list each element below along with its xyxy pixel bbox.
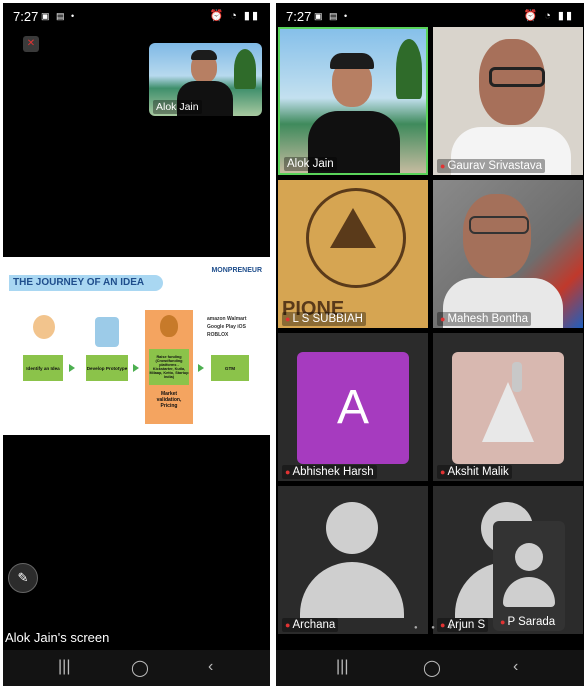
avatar [452, 352, 564, 464]
platform-logos: amazon Walmart Google Play iOS ROBLOX [207, 316, 247, 338]
arrow-icon [198, 364, 204, 372]
shared-slide: MONPRENEUR THE JOURNEY OF AN IDEA Identi… [3, 257, 270, 435]
status-time: 7:27 [286, 9, 312, 24]
step-identify-idea: Identify an Idea [23, 355, 63, 381]
participant-tile[interactable]: A ● Abhishek Harsh [278, 333, 428, 481]
step-gtm: GTM [211, 355, 249, 381]
participant-name: ● Gaurav Srivastava [437, 159, 546, 173]
mic-muted-icon: ● [440, 161, 446, 171]
arrow-icon [69, 364, 75, 372]
mic-muted-icon: ● [440, 467, 446, 477]
nav-bar: ||| ◯ ‹ [276, 650, 584, 686]
money-bag-icon [160, 315, 178, 337]
participant-name: ● P Sarada [500, 616, 556, 628]
back-icon[interactable]: ‹ [513, 658, 518, 676]
arrow-icon [133, 364, 139, 372]
avatar: A [297, 352, 409, 464]
home-icon[interactable]: ◯ [131, 658, 149, 678]
participant-tile[interactable]: ● Mahesh Bontha [433, 180, 583, 328]
right-phone-screen: 7:27 ▣ ▤ • ⏰ ◔ ▮▮ Alok Jain ● Gaurav Sriv… [276, 3, 584, 686]
participant-name: ● Mahesh Bontha [437, 312, 531, 326]
page-indicator: ● ● ● [414, 625, 459, 631]
slide-title: THE JOURNEY OF AN IDEA [9, 275, 163, 291]
prototype-figure [95, 317, 119, 347]
participant-tile[interactable]: Alok Jain [278, 27, 428, 175]
back-icon[interactable]: ‹ [208, 658, 213, 676]
status-bar: 7:27 ▣ ▤ • ⏰ ◔ ▮▮ [276, 3, 584, 29]
default-avatar-icon [515, 543, 543, 571]
notification-icons: ▣ ▤ • [314, 11, 350, 21]
recents-icon[interactable]: ||| [58, 658, 70, 676]
step-develop-prototype: Develop Prototype [86, 355, 128, 381]
participant-tile[interactable]: PIONE ● L S SUBBIAH [278, 180, 428, 328]
idea-figure [33, 315, 55, 339]
system-icons: ⏰ ◔ ▮▮ [209, 10, 260, 22]
step-raise-funding: Raise funding (Crowdfunding platforms - … [149, 349, 189, 385]
notification-icons: ▣ ▤ • [41, 11, 77, 21]
participant-tile[interactable]: ● Archana [278, 486, 428, 634]
participant-name: ● L S SUBBIAH [282, 312, 366, 326]
participant-tile[interactable]: ● Akshit Malik [433, 333, 583, 481]
participant-name: Alok Jain [284, 157, 337, 171]
left-phone-screen: 7:27 ▣ ▤ • ⏰ ◔ ▮▮ ✕ Alok Jain MONPRENEUR… [3, 3, 270, 686]
mic-muted-icon: ● [285, 467, 291, 477]
mic-off-icon[interactable]: ✕ [23, 36, 39, 52]
participant-name: ● Archana [282, 618, 339, 632]
floating-participant-tile[interactable]: ● P Sarada [493, 521, 565, 631]
default-avatar-icon [326, 502, 378, 554]
step-market-validation: Market validation, Pricing [156, 391, 182, 409]
participant-name: ● Akshit Malik [437, 465, 512, 479]
recents-icon[interactable]: ||| [336, 658, 348, 676]
status-bar: 7:27 ▣ ▤ • ⏰ ◔ ▮▮ [3, 3, 270, 29]
status-time: 7:27 [13, 9, 39, 24]
system-icons: ⏰ ◔ ▮▮ [523, 10, 574, 22]
self-view-video[interactable]: Alok Jain [149, 43, 262, 116]
mic-muted-icon: ● [440, 314, 446, 324]
nav-bar: ||| ◯ ‹ [3, 650, 270, 686]
brand-logo: MONPRENEUR [211, 267, 262, 274]
home-icon[interactable]: ◯ [423, 658, 441, 678]
mic-muted-icon: ● [285, 620, 291, 630]
self-view-name: Alok Jain [153, 100, 202, 114]
mic-muted-icon: ● [500, 617, 506, 627]
mic-muted-icon: ● [285, 314, 291, 324]
participant-tile[interactable]: ● Gaurav Srivastava [433, 27, 583, 175]
annotate-button[interactable]: ✎ [8, 563, 38, 593]
screen-share-label: Alok Jain's screen [5, 630, 110, 645]
participant-name: ● Abhishek Harsh [282, 465, 377, 479]
